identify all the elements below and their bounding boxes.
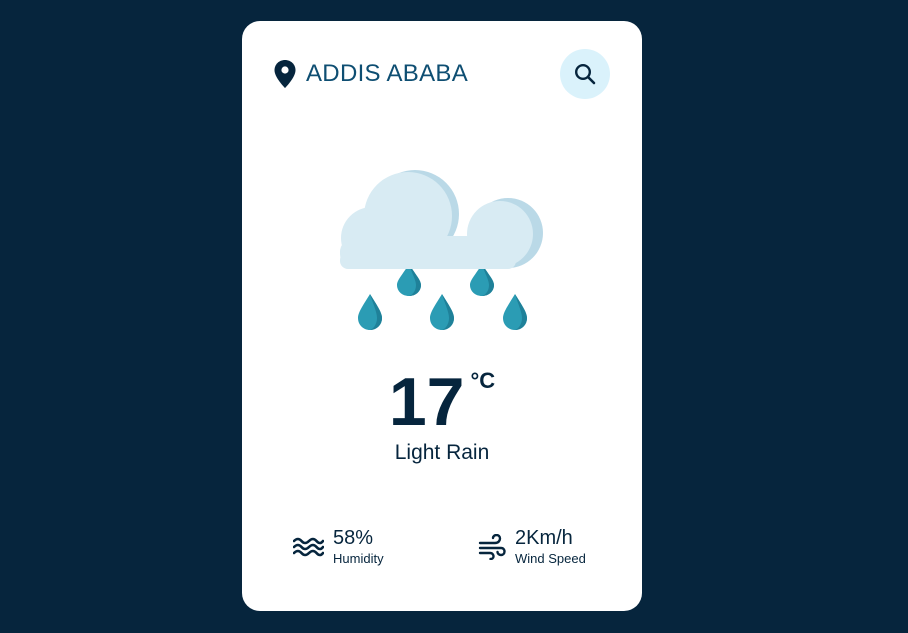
cloud-rain-icon xyxy=(340,170,543,330)
wind-speed-label: Wind Speed xyxy=(515,551,586,566)
temperature-value: 17 xyxy=(388,364,465,440)
temperature-display: 17 °C xyxy=(242,366,642,438)
temperature-unit: °C xyxy=(470,368,496,393)
location-header: ADDIS ABABA xyxy=(273,59,468,89)
wind-speed-value: 2Km/h xyxy=(515,527,573,549)
weather-condition: Light Rain xyxy=(394,441,490,464)
humidity-stat: 58% Humidity xyxy=(293,527,384,567)
humidity-value: 58% xyxy=(333,527,374,549)
city-name: ADDIS ABABA xyxy=(306,60,469,87)
search-icon xyxy=(574,63,596,85)
weather-card: ADDIS ABABA 17 °C Light Rain 58% Humidit… xyxy=(242,21,642,611)
location-pin-icon xyxy=(274,60,296,88)
wind-stat: 2Km/h Wind Speed xyxy=(478,527,586,567)
humidity-label: Humidity xyxy=(333,551,384,566)
search-button[interactable] xyxy=(560,49,610,99)
humidity-waves-icon xyxy=(293,537,324,557)
wind-icon xyxy=(478,534,506,560)
